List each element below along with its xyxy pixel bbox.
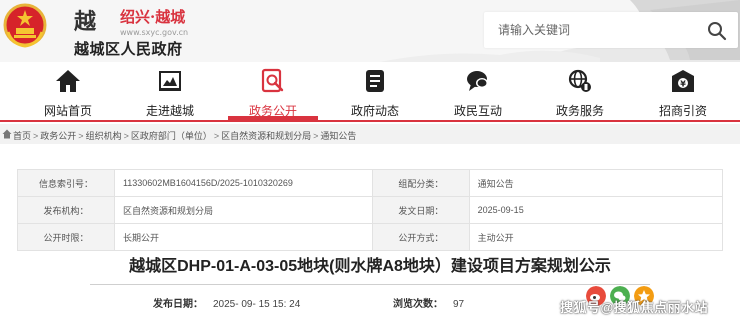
logo-calligraphy: 越	[74, 9, 96, 35]
breadcrumb-item-resources-bureau[interactable]: 区自然资源和规划分局	[221, 131, 311, 141]
info-value: 长期公开	[113, 223, 374, 251]
nav-label: 政民互动	[453, 104, 502, 118]
info-value: 2025-09-15	[468, 196, 724, 224]
nav-item-investment[interactable]: ¥ 招商引资	[638, 62, 728, 120]
breadcrumb: 首页 > 政务公开 > 组织机构 > 区政府部门（单位） > 区自然资源和规划分局 > 通知公告	[0, 124, 740, 144]
nav-item-gov-open[interactable]: 政务公开	[228, 62, 318, 120]
breadcrumb-trail: 首页 > 政务公开 > 组织机构 > 区政府部门（单位） > 区自然资源和规划分局 > 通知公告	[13, 129, 356, 142]
home-icon	[56, 70, 80, 92]
national-emblem-icon	[3, 3, 47, 48]
breadcrumb-separator: >	[78, 131, 84, 141]
chat-bubble-icon	[467, 71, 488, 91]
info-value: 11330602MB1604156D/2025-1010320269	[113, 169, 374, 197]
nav-item-gov-news[interactable]: 政府动态	[330, 62, 420, 120]
info-label: 信息索引号：	[17, 169, 115, 197]
info-label: 发文日期：	[372, 196, 470, 224]
table-row: 公开时限： 长期公开 公开方式： 主动公开	[17, 223, 724, 251]
breadcrumb-separator: >	[123, 131, 129, 141]
publish-date-label: 发布日期：	[153, 299, 203, 310]
nav-item-public-interaction[interactable]: 政民互动	[433, 62, 523, 120]
search-icon[interactable]	[706, 20, 728, 42]
search-input[interactable]	[484, 12, 704, 48]
views-info: 浏览次数： 97	[393, 295, 464, 310]
news-document-icon	[366, 70, 384, 92]
breadcrumb-item-home[interactable]: 首页	[13, 131, 31, 141]
watermark-text: 搜狐号@搜狐焦点丽水站	[560, 300, 709, 315]
publish-date: 2025- 09- 15 15: 24	[213, 299, 301, 310]
city-overview-icon	[159, 71, 181, 91]
nav-label: 政府动态	[350, 104, 399, 118]
city-name: 绍兴·越城	[120, 8, 186, 26]
nav-item-gov-service[interactable]: 政务服务	[535, 62, 625, 120]
nav-item-home[interactable]: 网站首页	[23, 62, 113, 120]
views-count: 97	[453, 299, 465, 310]
breadcrumb-item-departments[interactable]: 区政府部门（单位）	[131, 131, 212, 141]
info-label: 公开时限：	[17, 223, 115, 251]
title-divider	[90, 284, 650, 285]
gov-name: 越城区人民政府	[74, 40, 183, 58]
breadcrumb-separator: >	[313, 131, 319, 141]
nav-label: 招商引资	[658, 104, 707, 118]
nav-label: 走进越城	[145, 104, 194, 118]
table-row: 发布机构： 区自然资源和规划分局 发文日期： 2025-09-15	[17, 196, 724, 224]
info-value: 通知公告	[468, 169, 724, 197]
breadcrumb-separator: >	[33, 131, 39, 141]
svg-text:¥: ¥	[680, 80, 686, 89]
search-box	[484, 12, 738, 48]
info-label: 组配分类：	[372, 169, 470, 197]
investment-icon: ¥	[672, 70, 694, 92]
globe-service-icon	[568, 69, 591, 92]
nav-label: 政务服务	[555, 104, 604, 118]
gov-open-icon	[261, 68, 284, 93]
info-label: 发布机构：	[17, 196, 115, 224]
nav-label: 网站首页	[43, 104, 92, 118]
breadcrumb-item-organization[interactable]: 组织机构	[86, 131, 122, 141]
info-label: 公开方式：	[372, 223, 470, 251]
site-url: www.sxyc.gov.cn	[120, 28, 189, 37]
article-title: 越城区DHP-01-A-03-05地块(则水牌A8地块）建设项目方案规划公示	[129, 258, 611, 275]
site-header: 越 绍兴·越城 www.sxyc.gov.cn 越城区人民政府	[0, 0, 740, 62]
breadcrumb-separator: >	[213, 131, 220, 141]
info-value: 区自然资源和规划分局	[113, 196, 374, 224]
document-info-table: 信息索引号： 11330602MB1604156D/2025-101032026…	[17, 169, 724, 251]
breadcrumb-item-gov-open[interactable]: 政务公开	[40, 131, 76, 141]
nav-item-about-yuecheng[interactable]: 走进越城	[125, 62, 215, 120]
breadcrumb-item-notices[interactable]: 通知公告	[320, 131, 356, 141]
breadcrumb-home-icon	[2, 129, 12, 139]
table-row: 信息索引号： 11330602MB1604156D/2025-101032026…	[17, 169, 724, 197]
views-label: 浏览次数：	[393, 299, 443, 310]
info-value: 主动公开	[468, 223, 724, 251]
publish-info: 发布日期： 2025- 09- 15 15: 24	[153, 295, 300, 310]
active-tab-indicator	[228, 116, 318, 120]
main-nav: 网站首页 走进越城 政务公开 政府动态 政民互动 政务服务 ¥ 招商引资	[0, 62, 740, 122]
